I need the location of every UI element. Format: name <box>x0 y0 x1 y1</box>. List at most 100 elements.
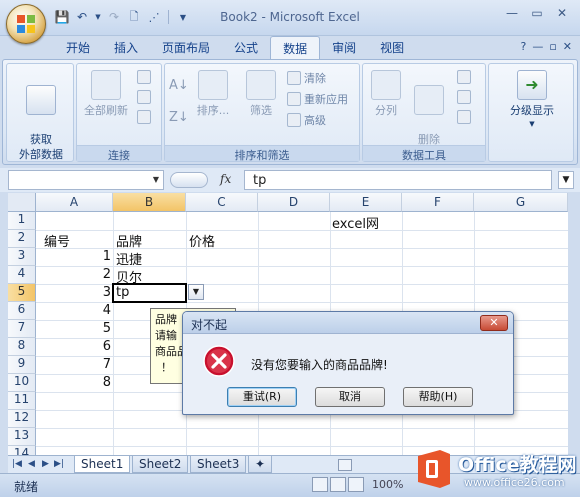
cell-a9[interactable]: 7 <box>36 357 111 372</box>
row-header-8[interactable]: 8 <box>8 338 36 356</box>
row-header-13[interactable]: 13 <box>8 428 36 446</box>
row-header-5[interactable]: 5 <box>8 284 36 302</box>
consolidate-icon[interactable] <box>457 90 471 104</box>
active-cell-b5[interactable] <box>112 283 187 303</box>
cell-a8[interactable]: 6 <box>36 339 111 354</box>
cell-c2[interactable]: 价格 <box>189 231 215 250</box>
ribbon: 获取 外部数据 全部刷新 连接 A↓ Z↓ 排序... 筛选 清除 重新应用 高… <box>2 59 578 165</box>
first-sheet-icon[interactable]: |◀ <box>12 459 22 469</box>
ribbon-close-icon[interactable]: ✕ <box>563 40 572 53</box>
close-icon[interactable]: ✕ <box>550 4 574 22</box>
edit-links-icon[interactable] <box>137 110 151 124</box>
expand-formula-bar-icon[interactable]: ▼ <box>558 171 574 189</box>
data-validation-icon[interactable] <box>457 70 471 84</box>
row-header-10[interactable]: 10 <box>8 374 36 392</box>
sheet-tab-3[interactable]: Sheet3 <box>190 456 247 473</box>
text-to-columns-button[interactable]: 分列 <box>367 70 405 118</box>
sheet-tab-2[interactable]: Sheet2 <box>132 456 189 473</box>
row-header-7[interactable]: 7 <box>8 320 36 338</box>
retry-button[interactable]: 重试(R) <box>227 387 297 407</box>
cell-a10[interactable]: 8 <box>36 375 111 390</box>
ribbon-restore-icon[interactable]: ▫ <box>549 40 556 53</box>
validation-dropdown-icon[interactable]: ▼ <box>188 284 204 300</box>
minimize-icon[interactable]: — <box>500 4 524 22</box>
tab-insert[interactable]: 插入 <box>102 36 150 60</box>
dialog-title: 对不起 <box>183 312 513 334</box>
row-header-2[interactable]: 2 <box>8 230 36 248</box>
sheet-tab-1[interactable]: Sheet1 <box>74 456 131 473</box>
remove-duplicates-icon <box>414 85 444 115</box>
get-external-data-button[interactable]: 获取 外部数据 <box>11 70 71 162</box>
cell-a7[interactable]: 5 <box>36 321 111 336</box>
tab-page-layout[interactable]: 页面布局 <box>150 36 222 60</box>
tab-home[interactable]: 开始 <box>54 36 102 60</box>
row-header-11[interactable]: 11 <box>8 392 36 410</box>
office-watermark-logo-icon <box>418 450 450 488</box>
cell-a3[interactable]: 1 <box>36 249 111 264</box>
tab-data[interactable]: 数据 <box>270 36 321 60</box>
row-header-6[interactable]: 6 <box>8 302 36 320</box>
tab-view[interactable]: 视图 <box>368 36 416 60</box>
tab-review[interactable]: 审阅 <box>320 36 368 60</box>
column-header-d[interactable]: D <box>258 193 330 212</box>
column-header-a[interactable]: A <box>36 193 113 212</box>
select-all-corner[interactable] <box>8 193 36 212</box>
insert-function-button[interactable]: fx <box>220 172 231 186</box>
name-box-dropdown-icon[interactable]: ▼ <box>153 175 159 184</box>
cell-a5[interactable]: 3 <box>36 285 111 300</box>
office-button[interactable] <box>6 4 46 44</box>
what-if-icon[interactable] <box>457 110 471 124</box>
column-header-f[interactable]: F <box>402 193 474 212</box>
cell-e1[interactable]: excel网 <box>332 213 379 232</box>
formula-buttons <box>170 172 208 188</box>
properties-icon[interactable] <box>137 90 151 104</box>
maximize-icon[interactable]: ▭ <box>525 4 549 22</box>
cell-b2[interactable]: 品牌 <box>116 231 142 250</box>
sort-button[interactable]: 排序... <box>193 70 233 118</box>
tab-formulas[interactable]: 公式 <box>222 36 270 60</box>
row-header-3[interactable]: 3 <box>8 248 36 266</box>
sort-icon <box>198 70 228 100</box>
window-title: Book2 - Microsoft Excel <box>220 10 360 24</box>
connections-icon[interactable] <box>137 70 151 84</box>
page-break-view-icon[interactable] <box>348 477 364 492</box>
insert-sheet-icon[interactable]: ✦ <box>248 456 272 473</box>
help-button[interactable]: 帮助(H) <box>403 387 473 407</box>
sort-asc-icon[interactable]: A↓ <box>169 78 189 93</box>
row-header-9[interactable]: 9 <box>8 356 36 374</box>
hscroll-thumb[interactable] <box>338 459 352 471</box>
prev-sheet-icon[interactable]: ◀ <box>28 459 35 469</box>
zoom-level[interactable]: 100% <box>372 478 403 491</box>
help-icon[interactable]: ? <box>520 40 526 53</box>
reapply-button[interactable]: 重新应用 <box>287 91 348 107</box>
watermark: Office教程网 www.office26.com <box>408 446 578 494</box>
outline-button[interactable]: ➜ 分级显示 ▼ <box>493 70 571 128</box>
dialog-close-icon[interactable]: ✕ <box>480 315 508 331</box>
next-sheet-icon[interactable]: ▶ <box>42 459 49 469</box>
cell-b3[interactable]: 迅捷 <box>116 249 142 268</box>
column-header-c[interactable]: C <box>186 193 258 212</box>
column-header-g[interactable]: G <box>474 193 568 212</box>
formula-input[interactable]: tp <box>244 170 552 190</box>
row-header-14[interactable]: 14 <box>8 446 36 455</box>
row-header-4[interactable]: 4 <box>8 266 36 284</box>
page-layout-view-icon[interactable] <box>330 477 346 492</box>
cell-a6[interactable]: 4 <box>36 303 111 318</box>
column-header-b[interactable]: B <box>113 193 186 212</box>
sort-desc-icon[interactable]: Z↓ <box>169 110 189 125</box>
cancel-button[interactable]: 取消 <box>315 387 385 407</box>
cell-a4[interactable]: 2 <box>36 267 111 282</box>
row-header-1[interactable]: 1 <box>8 212 36 230</box>
clear-button[interactable]: 清除 <box>287 70 326 86</box>
name-box[interactable]: ▼ <box>8 170 164 190</box>
ribbon-minimize-icon[interactable]: — <box>532 40 543 53</box>
filter-button[interactable]: 筛选 <box>241 70 281 118</box>
column-header-e[interactable]: E <box>330 193 402 212</box>
last-sheet-icon[interactable]: ▶| <box>54 459 64 469</box>
refresh-all-button[interactable]: 全部刷新 <box>79 70 133 118</box>
advanced-button[interactable]: 高级 <box>287 112 326 128</box>
row-header-12[interactable]: 12 <box>8 410 36 428</box>
cell-a2[interactable]: 编号 <box>44 231 70 250</box>
normal-view-icon[interactable] <box>312 477 328 492</box>
error-icon <box>203 345 235 377</box>
